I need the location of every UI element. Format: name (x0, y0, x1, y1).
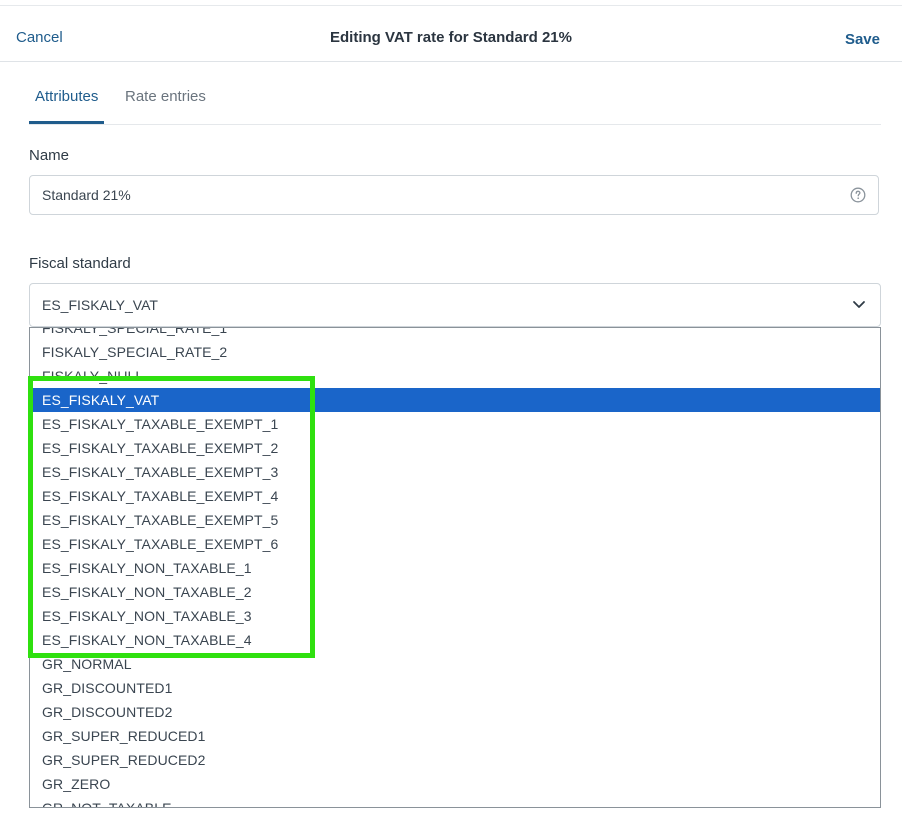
dropdown-option[interactable]: GR_NORMAL (30, 652, 880, 676)
dropdown-option[interactable]: ES_FISKALY_NON_TAXABLE_4 (30, 628, 880, 652)
dropdown-option[interactable]: ES_FISKALY_VAT (30, 388, 880, 412)
tab-rate-entries[interactable]: Rate entries (125, 88, 206, 105)
dropdown-option[interactable]: FISKALY_SPECIAL_RATE_1 (30, 328, 880, 340)
dropdown-option[interactable]: FISKALY_NULL (30, 364, 880, 388)
dropdown-option[interactable]: ES_FISKALY_TAXABLE_EXEMPT_2 (30, 436, 880, 460)
fiscal-standard-value: ES_FISKALY_VAT (42, 297, 158, 313)
tab-bar: Attributes Rate entries (29, 62, 881, 125)
question-circle-icon[interactable] (850, 187, 866, 203)
dropdown-option[interactable]: ES_FISKALY_TAXABLE_EXEMPT_3 (30, 460, 880, 484)
dropdown-option[interactable]: ES_FISKALY_NON_TAXABLE_1 (30, 556, 880, 580)
fiscal-standard-select[interactable]: ES_FISKALY_VAT (29, 283, 881, 327)
dropdown-option[interactable]: GR_SUPER_REDUCED2 (30, 748, 880, 772)
dropdown-option[interactable]: GR_DISCOUNTED2 (30, 700, 880, 724)
dropdown-option[interactable]: ES_FISKALY_TAXABLE_EXEMPT_5 (30, 508, 880, 532)
name-label: Name (29, 147, 70, 164)
dialog-header: Cancel Editing VAT rate for Standard 21%… (0, 6, 902, 62)
fiscal-standard-options-list[interactable]: FISKALY_SPECIAL_RATE_1 FISKALY_SPECIAL_RA… (29, 327, 881, 808)
dropdown-option[interactable]: GR_NOT_TAXABLE (30, 796, 880, 807)
dropdown-option[interactable]: ES_FISKALY_TAXABLE_EXEMPT_4 (30, 484, 880, 508)
fiscal-standard-label: Fiscal standard (29, 255, 131, 272)
dropdown-option[interactable]: GR_ZERO (30, 772, 880, 796)
dropdown-option[interactable]: ES_FISKALY_NON_TAXABLE_2 (30, 580, 880, 604)
dropdown-option[interactable]: ES_FISKALY_TAXABLE_EXEMPT_6 (30, 532, 880, 556)
dialog-title: Editing VAT rate for Standard 21% (330, 29, 572, 46)
dropdown-option[interactable]: ES_FISKALY_NON_TAXABLE_3 (30, 604, 880, 628)
name-value: Standard 21% (42, 187, 131, 203)
dropdown-option[interactable]: GR_DISCOUNTED1 (30, 676, 880, 700)
chevron-down-icon[interactable] (852, 300, 866, 310)
dropdown-option[interactable]: GR_SUPER_REDUCED1 (30, 724, 880, 748)
dropdown-option[interactable]: FISKALY_SPECIAL_RATE_2 (30, 340, 880, 364)
tab-attributes[interactable]: Attributes (35, 88, 98, 105)
save-button[interactable]: Save (845, 31, 880, 48)
active-tab-indicator (29, 121, 104, 124)
dropdown-option[interactable]: ES_FISKALY_TAXABLE_EXEMPT_1 (30, 412, 880, 436)
name-field[interactable]: Standard 21% (29, 175, 879, 215)
